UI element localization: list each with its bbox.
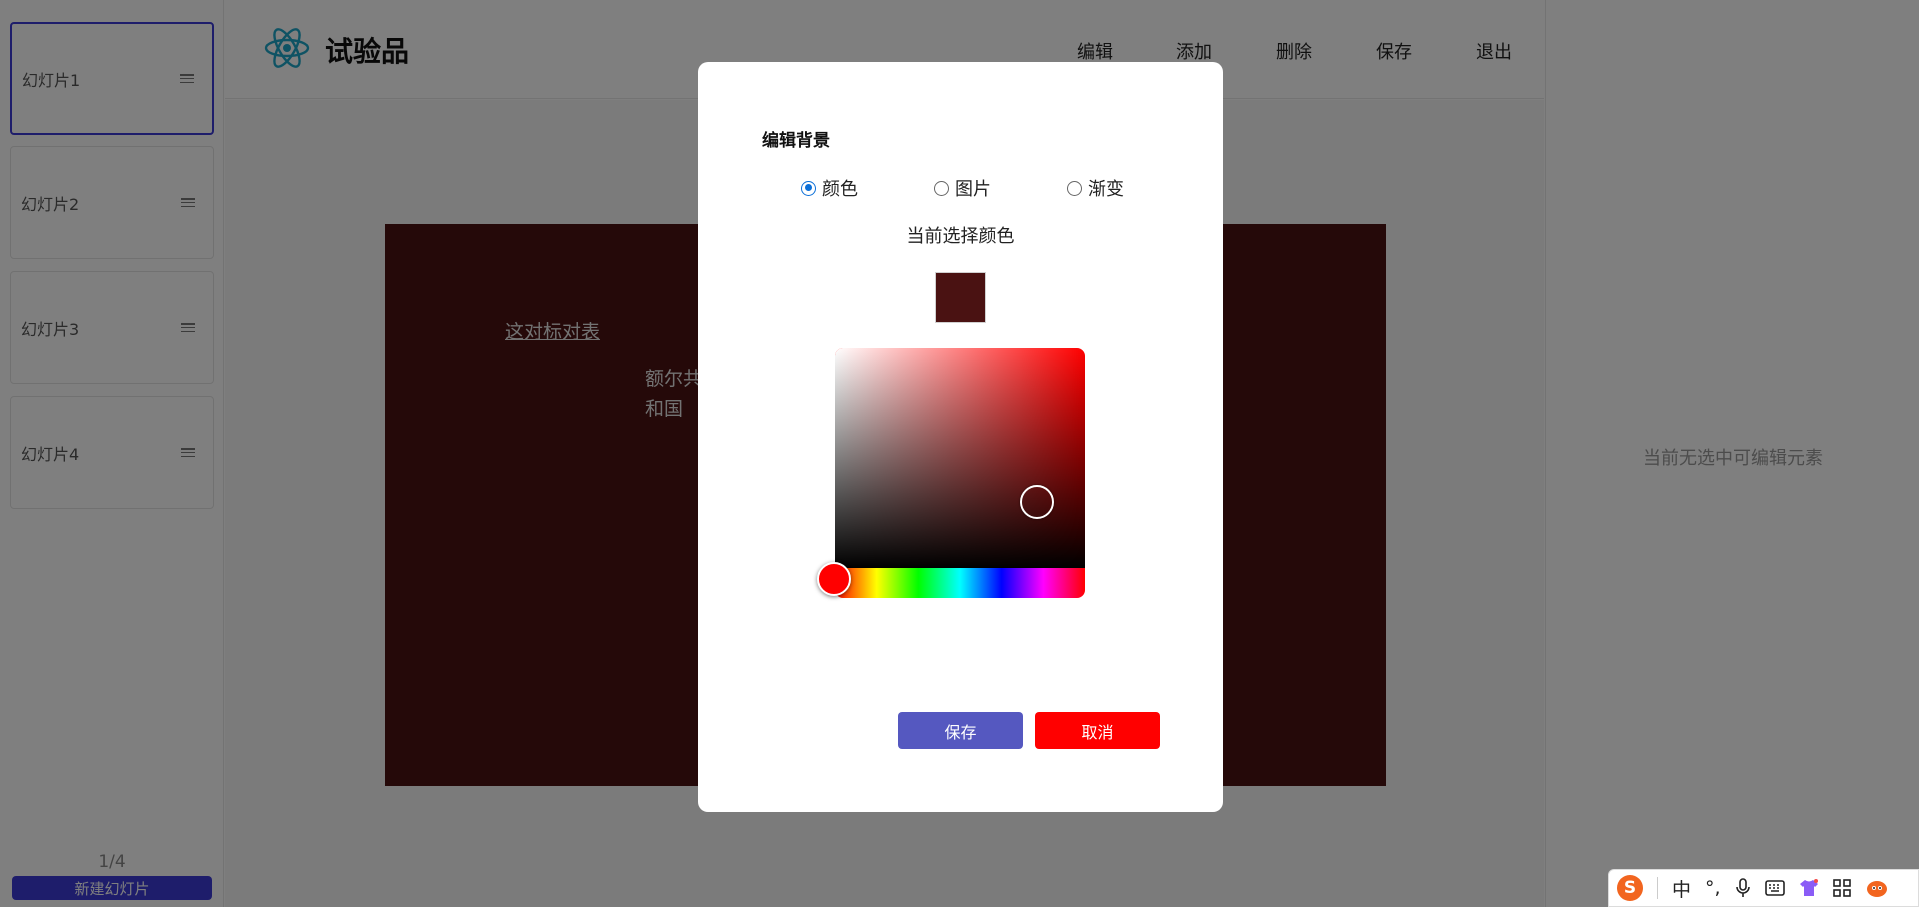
grid-icon[interactable] xyxy=(1832,879,1851,897)
sogou-logo-icon[interactable]: S xyxy=(1617,875,1643,901)
current-color-swatch xyxy=(935,272,986,323)
dialog-title: 编辑背景 xyxy=(762,131,830,151)
radio-unchecked-icon[interactable] xyxy=(934,180,949,196)
background-type-radio-group: 颜色 图片 渐变 xyxy=(698,175,1223,201)
radio-label: 颜色 xyxy=(822,179,858,200)
radio-gradient[interactable]: 渐变 xyxy=(1067,175,1124,201)
shirt-icon[interactable] xyxy=(1799,879,1819,897)
save-button[interactable]: 保存 xyxy=(898,712,1023,749)
keyboard-icon[interactable] xyxy=(1764,880,1785,896)
mascot-icon[interactable] xyxy=(1865,878,1889,898)
current-color-label: 当前选择颜色 xyxy=(906,226,1015,247)
ime-toolbar: S 中 °, xyxy=(1608,869,1919,907)
radio-image[interactable]: 图片 xyxy=(934,175,991,201)
saturation-pointer[interactable] xyxy=(1020,485,1054,519)
divider xyxy=(1657,877,1658,899)
radio-color[interactable]: 颜色 xyxy=(801,175,858,201)
mic-icon[interactable] xyxy=(1735,878,1751,898)
color-picker xyxy=(835,348,1085,598)
ime-mode-toggle[interactable]: 中 xyxy=(1672,875,1691,902)
saturation-area[interactable] xyxy=(835,348,1085,568)
cancel-button[interactable]: 取消 xyxy=(1035,712,1160,749)
radio-unchecked-icon[interactable] xyxy=(1067,180,1082,196)
hue-slider-handle[interactable] xyxy=(817,562,851,596)
radio-label: 图片 xyxy=(955,179,991,200)
edit-background-dialog: 编辑背景 颜色 图片 渐变 当前选择颜色 保存 取消 xyxy=(698,62,1223,812)
radio-checked-icon[interactable] xyxy=(801,180,816,196)
radio-label: 渐变 xyxy=(1088,179,1124,200)
hue-slider[interactable] xyxy=(835,568,1085,598)
punctuation-toggle[interactable]: °, xyxy=(1705,877,1721,899)
